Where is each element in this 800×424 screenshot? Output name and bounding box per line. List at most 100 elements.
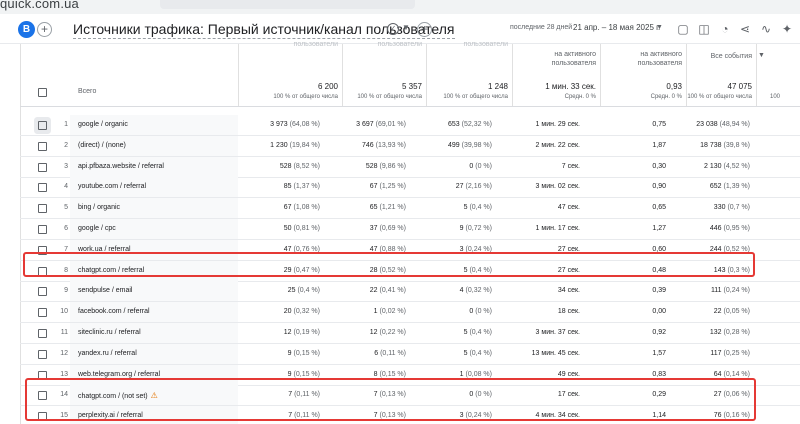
date-chevron-down-icon[interactable]: ▼	[656, 24, 663, 31]
share-icon[interactable]: ⋖	[738, 22, 752, 36]
source-medium-label: bing / organic	[78, 204, 121, 212]
url-fragment: quick.com.ua	[0, 0, 79, 11]
metric-percent: (0,05 %)	[723, 308, 750, 316]
row-checkbox[interactable]	[38, 287, 47, 297]
table-row[interactable]: 4 youtube.com / referral 85 (1,37 %) 67 (1,…	[20, 177, 800, 199]
metric-cell: 1,57	[652, 350, 666, 357]
row-index: 10	[60, 308, 68, 316]
table-row[interactable]: 10 facebook.com / referral 20 (0,32 %) 1 (0…	[20, 302, 800, 324]
source-medium-label: google / organic	[78, 121, 128, 128]
source-medium-cell[interactable]: api.pfbaza.website / referral	[78, 163, 164, 170]
compare-icon[interactable]: ◫	[697, 22, 711, 36]
metric-value: 528	[279, 162, 292, 170]
metric-percent: (1,08 %)	[293, 204, 320, 212]
table-row[interactable]: 9 sendpulse / email 25 (0,4 %) 22 (0,41 %) 4…	[20, 281, 800, 303]
col-header-avg-time[interactable]: на активного пользователя 1 мин. 33 сек.…	[512, 44, 600, 106]
source-medium-cell[interactable]: web.telegram.org / referral	[78, 371, 160, 378]
metric-value: 5	[463, 329, 468, 336]
col-header-users[interactable]: пользователи 6 200 100 % от общего числа	[238, 41, 342, 106]
source-medium-cell[interactable]: facebook.com / referral	[78, 308, 150, 315]
metric-cell: 1 мин. 29 сек.	[536, 121, 580, 128]
trend-icon[interactable]: ∿	[759, 22, 773, 36]
metric-cell: 49 сек.	[558, 371, 580, 378]
metric-cell: 5 (0,4 %)	[464, 329, 492, 336]
source-medium-cell[interactable]: sendpulse / email	[78, 287, 132, 294]
add-comparison-icon[interactable]: +	[37, 22, 52, 37]
select-all-checkbox[interactable]	[38, 88, 47, 97]
table-row[interactable]: 3 api.pfbaza.website / referral 528 (8,52 …	[20, 156, 800, 178]
sparkle-icon[interactable]: ✦	[780, 22, 794, 36]
metric-cell: 18 сек.	[558, 308, 580, 315]
row-checkbox[interactable]	[38, 308, 47, 318]
metric-cell: 0,39	[652, 287, 666, 294]
metric-cell: 22 (0,41 %)	[370, 287, 406, 294]
metric-percent: (0,32 %)	[293, 308, 320, 316]
metric-value: 27	[455, 183, 464, 191]
row-checkbox[interactable]	[38, 204, 47, 214]
table-row[interactable]: 6 google / cpc 50 (0,81 %) 37 (0,69 %) 9 (0,…	[20, 219, 800, 240]
date-range-picker[interactable]: 21 апр. – 18 мая 2025 г.	[573, 23, 660, 32]
metric-percent: (0,28 %)	[723, 329, 750, 336]
metric-cell: 9 (0,15 %)	[288, 371, 320, 378]
source-medium-cell[interactable]: google / organic	[78, 121, 128, 128]
source-medium-cell[interactable]: yandex.ru / referral	[78, 350, 137, 357]
events-filter-dropdown[interactable]: Все события	[682, 52, 752, 61]
metric-value: 746	[362, 141, 374, 149]
add-filter-icon[interactable]: +	[417, 22, 432, 37]
metric-value: 0,75	[652, 121, 666, 128]
col-header-sessions-per-user[interactable]: на активного пользователя 0,93 Средн. 0 …	[600, 44, 686, 106]
source-medium-cell[interactable]: google / cpc	[78, 225, 116, 232]
chevron-down-icon[interactable]: ▼	[402, 23, 410, 32]
metric-value: 7 сек.	[561, 162, 580, 170]
edit-report-icon[interactable]: ▢	[676, 22, 690, 36]
metric-cell: 0,83	[652, 371, 666, 378]
metric-percent: (0,19 %)	[293, 329, 320, 336]
row-checkbox[interactable]	[38, 162, 47, 172]
metric-percent: (2,16 %)	[465, 183, 492, 191]
row-checkbox[interactable]	[38, 121, 47, 130]
metric-value: 0,39	[652, 287, 666, 295]
table-row[interactable]: 5 bing / organic 67 (1,08 %) 65 (1,21 %) 5 (…	[20, 198, 800, 220]
browser-tab[interactable]	[160, 0, 415, 9]
metric-cell: 8 (0,15 %)	[374, 371, 406, 378]
source-medium-cell[interactable]: siteclinic.ru / referral	[78, 329, 141, 336]
col-divider	[756, 44, 757, 106]
table-row[interactable]: 11 siteclinic.ru / referral 12 (0,19 %) 12 …	[20, 323, 800, 344]
row-checkbox[interactable]	[38, 183, 47, 193]
row-checkbox[interactable]	[38, 329, 47, 338]
col-subtotal: Средн. 0 %	[564, 94, 596, 100]
property-avatar[interactable]: B	[18, 21, 35, 38]
table-row[interactable]: 2 (direct) / (none) 1 230 (19,84 %) 746 (13…	[20, 135, 800, 157]
data-table: пользователи 6 200 100 % от общего числа…	[20, 41, 800, 424]
metric-percent: (0,15 %)	[379, 370, 406, 378]
metric-percent: (0,15 %)	[293, 349, 320, 357]
check-circle-icon[interactable]: ✓	[387, 23, 399, 35]
col-header-event-count[interactable]: Все события 47 075 100 % от общего числа	[686, 44, 756, 106]
metric-cell: 499 (39,98 %)	[448, 142, 492, 149]
events-dropdown-chevron-icon[interactable]: ▼	[758, 52, 765, 59]
source-medium-cell[interactable]: (direct) / (none)	[78, 142, 126, 149]
metric-percent: (0,25 %)	[723, 349, 750, 357]
source-medium-label: youtube.com / referral	[78, 183, 147, 191]
row-checkbox[interactable]	[38, 225, 47, 234]
next-col-partial: 100	[770, 94, 781, 100]
metric-value: 0,90	[652, 183, 666, 191]
table-row[interactable]: 12 yandex.ru / referral 9 (0,15 %) 6 (0,11 …	[20, 343, 800, 365]
metric-percent: (0 %)	[475, 308, 492, 316]
table-row[interactable]: 1 google / organic 3 973 (64,08 %) 3 697 (6…	[20, 115, 800, 136]
metric-cell: 0,75	[652, 121, 666, 128]
metric-value: 50	[283, 225, 292, 232]
metric-cell: 0,00	[652, 308, 666, 315]
source-medium-cell[interactable]: youtube.com / referral	[78, 183, 146, 190]
row-checkbox[interactable]	[38, 141, 47, 151]
metric-value: 37	[369, 225, 378, 232]
metric-percent: (0,11 %)	[380, 349, 406, 357]
insights-icon[interactable]: ◔	[718, 22, 732, 36]
source-medium-cell[interactable]: bing / organic	[78, 204, 120, 211]
row-checkbox[interactable]	[38, 349, 47, 359]
metric-value: 64	[713, 370, 722, 378]
col-header-returning-users[interactable]: пользователи 1 248 100 % от общего числа	[426, 41, 512, 106]
metric-percent: (13,93 %)	[375, 141, 406, 149]
col-divider	[512, 44, 513, 106]
col-header-new-users[interactable]: пользователи 5 357 100 % от общего числа	[342, 41, 426, 106]
